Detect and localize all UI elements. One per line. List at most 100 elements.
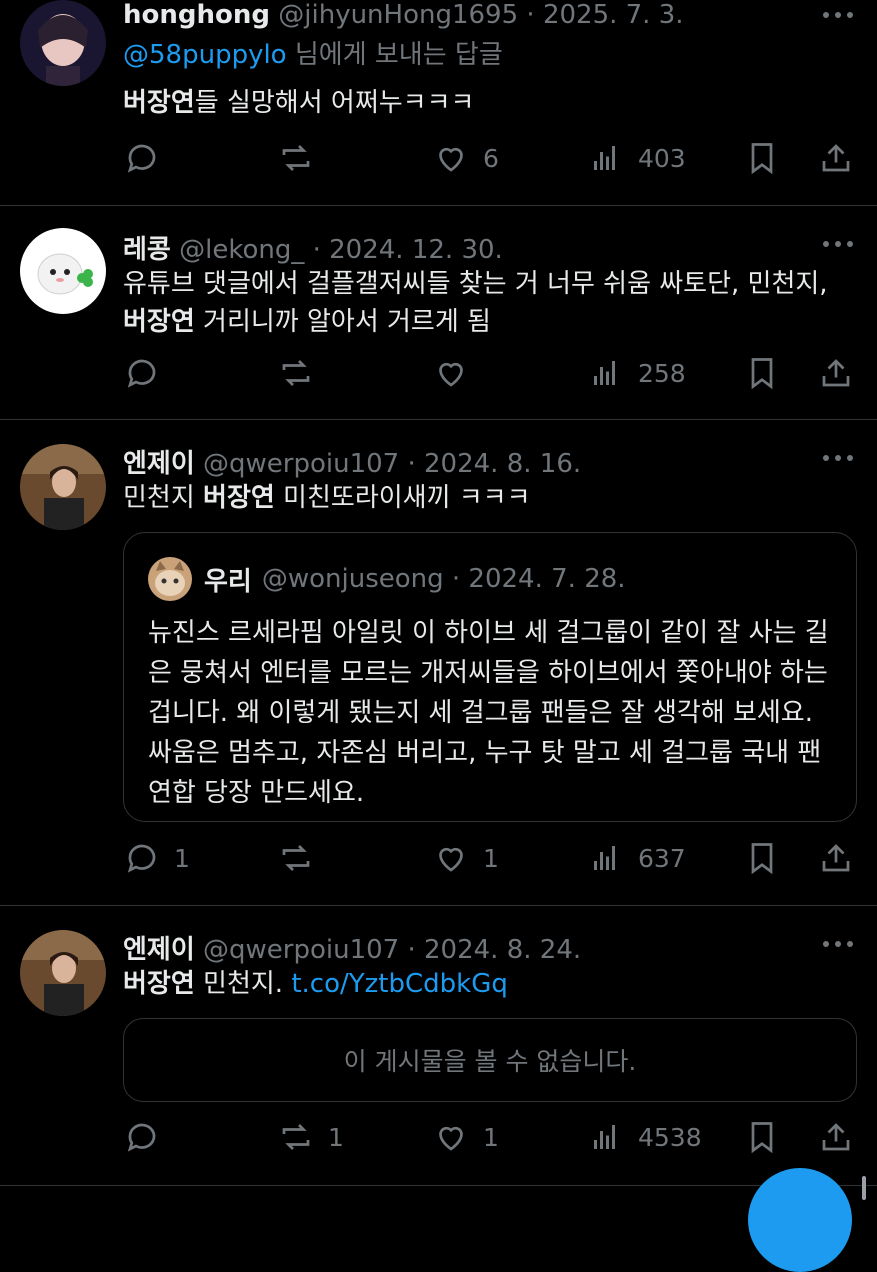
quoted-author-name: 우리: [204, 566, 252, 597]
like-button[interactable]: 1: [433, 1117, 499, 1157]
views-button[interactable]: 4538: [588, 1117, 702, 1157]
author-meta[interactable]: @lekong_ · 2024. 12. 30.: [179, 235, 503, 265]
compose-button[interactable]: [748, 1168, 852, 1272]
scrollbar[interactable]: [862, 1176, 866, 1200]
post-text-bold: 버장연: [123, 307, 195, 337]
reply-button[interactable]: [124, 353, 160, 393]
post-text: 버장연 민천지. t.co/YztbCdbkGq: [123, 965, 508, 1003]
post-2[interactable]: 레콩 @lekong_ · 2024. 12. 30. 유튜브 댓글에서 걸플갤…: [0, 205, 877, 420]
view-count: 4538: [638, 1122, 702, 1152]
author-name[interactable]: 레콩: [123, 235, 171, 265]
like-count: 1: [483, 1122, 499, 1152]
reply-icon: [127, 1123, 156, 1152]
like-button[interactable]: [433, 353, 469, 393]
quoted-text: 뉴진스 르세라핌 아일릿 이 하이브 세 걸그룹이 같이 잘 사는 길은 뭉쳐서…: [148, 618, 829, 808]
bookmark-button[interactable]: [744, 138, 780, 178]
share-icon: [822, 144, 850, 172]
share-button[interactable]: [818, 838, 854, 878]
author-meta[interactable]: @qwerpoiu107 · 2024. 8. 16.: [203, 449, 581, 479]
action-bar: 6 403: [0, 138, 877, 178]
bookmark-icon: [751, 1122, 773, 1154]
post-text-bold: 버장연: [123, 88, 195, 118]
repost-button[interactable]: [278, 353, 314, 393]
post-4[interactable]: 엔제이 @qwerpoiu107 · 2024. 8. 24. 버장연 민천지.…: [0, 905, 877, 1186]
share-button[interactable]: [818, 138, 854, 178]
reply-button[interactable]: [124, 1117, 160, 1157]
action-bar: 1 1 637: [0, 838, 877, 878]
share-icon: [822, 1123, 850, 1151]
repost-count: 1: [328, 1122, 344, 1152]
like-icon: [439, 847, 463, 872]
view-count: 403: [638, 143, 686, 173]
post-3[interactable]: 엔제이 @qwerpoiu107 · 2024. 8. 16. 민천지 버장연 …: [0, 419, 877, 906]
repost-icon: [282, 360, 310, 386]
views-icon: [594, 361, 615, 385]
views-button[interactable]: 637: [588, 838, 686, 878]
views-button[interactable]: 403: [588, 138, 686, 178]
repost-icon: [282, 845, 310, 871]
post-text: 유튜브 댓글에서 걸플갤저씨들 찾는 거 너무 쉬움 싸토단, 민천지, 버장연…: [123, 265, 863, 341]
more-icon[interactable]: [823, 12, 853, 20]
reply-icon: [127, 144, 156, 173]
post-text-body: 들 실망해서 어쩌누ㅋㅋㅋ: [194, 88, 475, 118]
share-button[interactable]: [818, 1117, 854, 1157]
post-text-body: 거리니까 알아서 거르게 됨: [194, 307, 491, 337]
like-button[interactable]: 6: [433, 138, 499, 178]
avatar[interactable]: [20, 228, 106, 314]
bookmark-button[interactable]: [744, 838, 780, 878]
post-text-bold: 버장연: [203, 483, 275, 513]
view-count: 637: [638, 843, 686, 873]
reply-to-label: 님에게 보내는 답글: [286, 40, 503, 70]
bookmark-button[interactable]: [744, 1117, 780, 1157]
author-meta[interactable]: @jihyunHong1695 · 2025. 7. 3.: [278, 0, 683, 30]
reply-icon: [127, 359, 156, 388]
more-icon[interactable]: [823, 941, 853, 949]
repost-icon: [282, 1124, 310, 1150]
action-bar: 1 1 4538: [0, 1117, 877, 1157]
like-icon: [439, 1126, 463, 1151]
reply-to-handle[interactable]: @58puppylo: [123, 40, 287, 70]
views-button[interactable]: 258: [588, 353, 686, 393]
repost-button[interactable]: 1: [278, 1117, 344, 1157]
author-name[interactable]: honghong: [123, 0, 270, 30]
avatar[interactable]: [20, 930, 106, 1016]
avatar[interactable]: [20, 0, 106, 86]
bookmark-button[interactable]: [744, 353, 780, 393]
quoted-avatar[interactable]: [148, 557, 192, 601]
bookmark-icon: [751, 143, 773, 175]
repost-button[interactable]: [278, 838, 314, 878]
unavailable-post-notice: 이 게시물을 볼 수 없습니다.: [123, 1018, 857, 1102]
post-text-body: 민천지.: [194, 969, 292, 999]
post-text: 버장연들 실망해서 어쩌누ㅋㅋㅋ: [123, 84, 474, 122]
like-icon: [439, 147, 463, 172]
more-icon[interactable]: [823, 241, 853, 249]
repost-button[interactable]: [278, 138, 314, 178]
reply-icon: [127, 844, 156, 873]
reply-button[interactable]: [124, 138, 160, 178]
quoted-post[interactable]: 우리 @wonjuseong · 2024. 7. 28. 뉴진스 르세라핌 아…: [123, 532, 857, 822]
share-icon: [822, 359, 850, 387]
quoted-author-meta: @wonjuseong · 2024. 7. 28.: [261, 564, 626, 594]
author-meta[interactable]: @qwerpoiu107 · 2024. 8. 24.: [203, 935, 581, 965]
author-name[interactable]: 엔제이: [123, 449, 195, 479]
post-text-bold: 버장연: [123, 969, 195, 999]
post-link[interactable]: t.co/YztbCdbkGq: [291, 969, 508, 999]
like-icon: [439, 362, 463, 387]
view-count: 258: [638, 358, 686, 388]
author-name[interactable]: 엔제이: [123, 935, 195, 965]
post-text-body: 미친또라이새끼 ㅋㅋㅋ: [274, 483, 531, 513]
avatar[interactable]: [20, 444, 106, 530]
post-text: 민천지 버장연 미친또라이새끼 ㅋㅋㅋ: [123, 479, 531, 517]
views-icon: [594, 846, 615, 870]
like-button[interactable]: 1: [433, 838, 499, 878]
reply-count: 1: [174, 843, 190, 873]
like-count: 6: [483, 143, 499, 173]
post-text-pre: 민천지: [123, 483, 204, 513]
post-1[interactable]: honghong @jihyunHong1695 · 2025. 7. 3. @…: [0, 0, 877, 206]
post-text-line: 유튜브 댓글에서 걸플갤저씨들 찾는 거 너무 쉬움 싸토단, 민천지,: [123, 269, 828, 299]
bookmark-icon: [751, 843, 773, 875]
share-button[interactable]: [818, 353, 854, 393]
more-icon[interactable]: [823, 455, 853, 463]
reply-button[interactable]: 1: [124, 838, 190, 878]
views-icon: [594, 146, 615, 170]
